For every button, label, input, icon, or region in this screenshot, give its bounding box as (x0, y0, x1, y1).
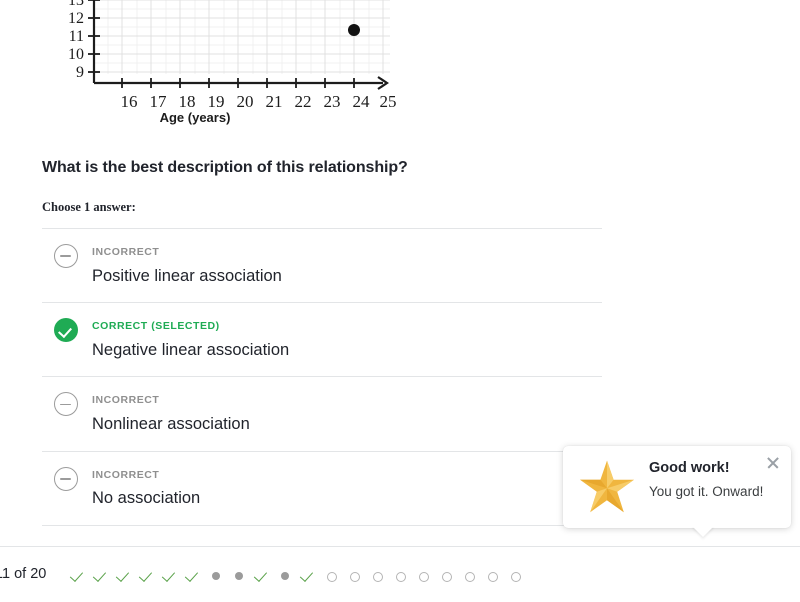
choose-instruction: Choose 1 answer: (42, 200, 136, 214)
choice-label: Positive linear association (92, 266, 282, 285)
progress-marker-incorrect[interactable] (227, 565, 250, 585)
data-point (348, 24, 360, 36)
choice-label: No association (92, 489, 201, 508)
choice-status-label: CORRECT (SELECTED) (92, 320, 220, 333)
x-tick-label: 20 (237, 92, 254, 111)
scatter-plot: 13 12 11 10 9 16 17 18 19 20 21 22 23 24… (0, 0, 420, 132)
progress-marker-correct[interactable] (250, 565, 273, 585)
progress-marker-remaining[interactable] (411, 565, 434, 585)
x-tick-label: 24 (353, 92, 371, 111)
progress-marker-remaining[interactable] (457, 565, 480, 585)
y-tick-label: 10 (68, 46, 84, 63)
progress-marker-remaining[interactable] (388, 565, 411, 585)
x-axis (94, 76, 389, 90)
exercise-page: 13 12 11 10 9 16 17 18 19 20 21 22 23 24… (0, 0, 800, 602)
x-tick-label: 21 (266, 92, 283, 111)
choice-status-label: INCORRECT (92, 468, 160, 481)
answer-choice[interactable]: INCORRECT No association (42, 450, 602, 526)
progress-indicator (66, 565, 526, 585)
progress-marker-correct[interactable] (135, 565, 158, 585)
minor-gridlines (94, 0, 390, 74)
x-tick-label: 25 (380, 92, 397, 111)
progress-marker-remaining[interactable] (342, 565, 365, 585)
choice-status-label: INCORRECT (92, 246, 160, 258)
answer-choice[interactable]: INCORRECT Nonlinear association (42, 376, 602, 450)
minus-circle-icon (54, 466, 78, 491)
progress-marker-incorrect[interactable] (273, 565, 296, 585)
check-circle-icon (54, 318, 78, 343)
x-axis-title: Age (years) (159, 110, 231, 125)
minus-circle-icon (54, 392, 78, 417)
y-tick-label: 13 (68, 0, 84, 9)
close-icon[interactable] (764, 454, 782, 472)
question-counter: 11 of 20 (0, 566, 47, 582)
choice-status-label: INCORRECT (92, 394, 160, 407)
answer-choice[interactable]: INCORRECT Positive linear association (42, 228, 602, 302)
answer-choice-selected[interactable]: CORRECT (SELECTED) Negative linear assoc… (42, 302, 602, 376)
feedback-toast: Good work! You got it. Onward! (563, 446, 791, 537)
minus-circle-icon (54, 244, 78, 268)
choice-label: Negative linear association (92, 340, 290, 359)
answer-choices: INCORRECT Positive linear association CO… (42, 228, 602, 526)
bottom-bar: 11 of 20 Next question (0, 546, 800, 602)
data-points (348, 24, 360, 36)
progress-marker-incorrect[interactable] (204, 565, 227, 585)
progress-marker-correct[interactable] (66, 565, 89, 585)
scatter-plot-svg: 13 12 11 10 9 16 17 18 19 20 21 22 23 24… (68, 0, 397, 111)
x-tick-labels: 16 17 18 19 20 21 22 23 24 25 (121, 92, 397, 111)
x-tick-label: 22 (295, 92, 312, 111)
progress-marker-remaining[interactable] (365, 565, 388, 585)
toast-title: Good work! (649, 460, 730, 476)
progress-marker-correct[interactable] (89, 565, 112, 585)
y-tick-label: 12 (68, 10, 84, 27)
progress-marker-remaining[interactable] (503, 565, 526, 585)
progress-marker-correct[interactable] (158, 565, 181, 585)
x-tick-label: 16 (121, 92, 138, 111)
toast-pointer (692, 526, 714, 537)
progress-marker-correct[interactable] (112, 565, 135, 585)
star-icon (580, 460, 634, 513)
progress-marker-correct[interactable] (181, 565, 204, 585)
x-tick-label: 18 (179, 92, 196, 111)
x-tick-label: 19 (208, 92, 225, 111)
toast-body: You got it. Onward! (649, 484, 764, 499)
progress-marker-remaining[interactable] (480, 565, 503, 585)
progress-marker-remaining[interactable] (434, 565, 457, 585)
y-tick-labels: 13 12 11 10 9 (68, 0, 84, 81)
y-tick-label: 9 (76, 64, 84, 81)
question-prompt: What is the best description of this rel… (42, 159, 408, 176)
progress-marker-remaining[interactable] (319, 565, 342, 585)
choice-label: Nonlinear association (92, 414, 250, 433)
y-tick-label: 11 (69, 28, 84, 45)
progress-marker-correct[interactable] (296, 565, 319, 585)
x-tick-label: 23 (324, 92, 341, 111)
x-tick-label: 17 (150, 92, 168, 111)
